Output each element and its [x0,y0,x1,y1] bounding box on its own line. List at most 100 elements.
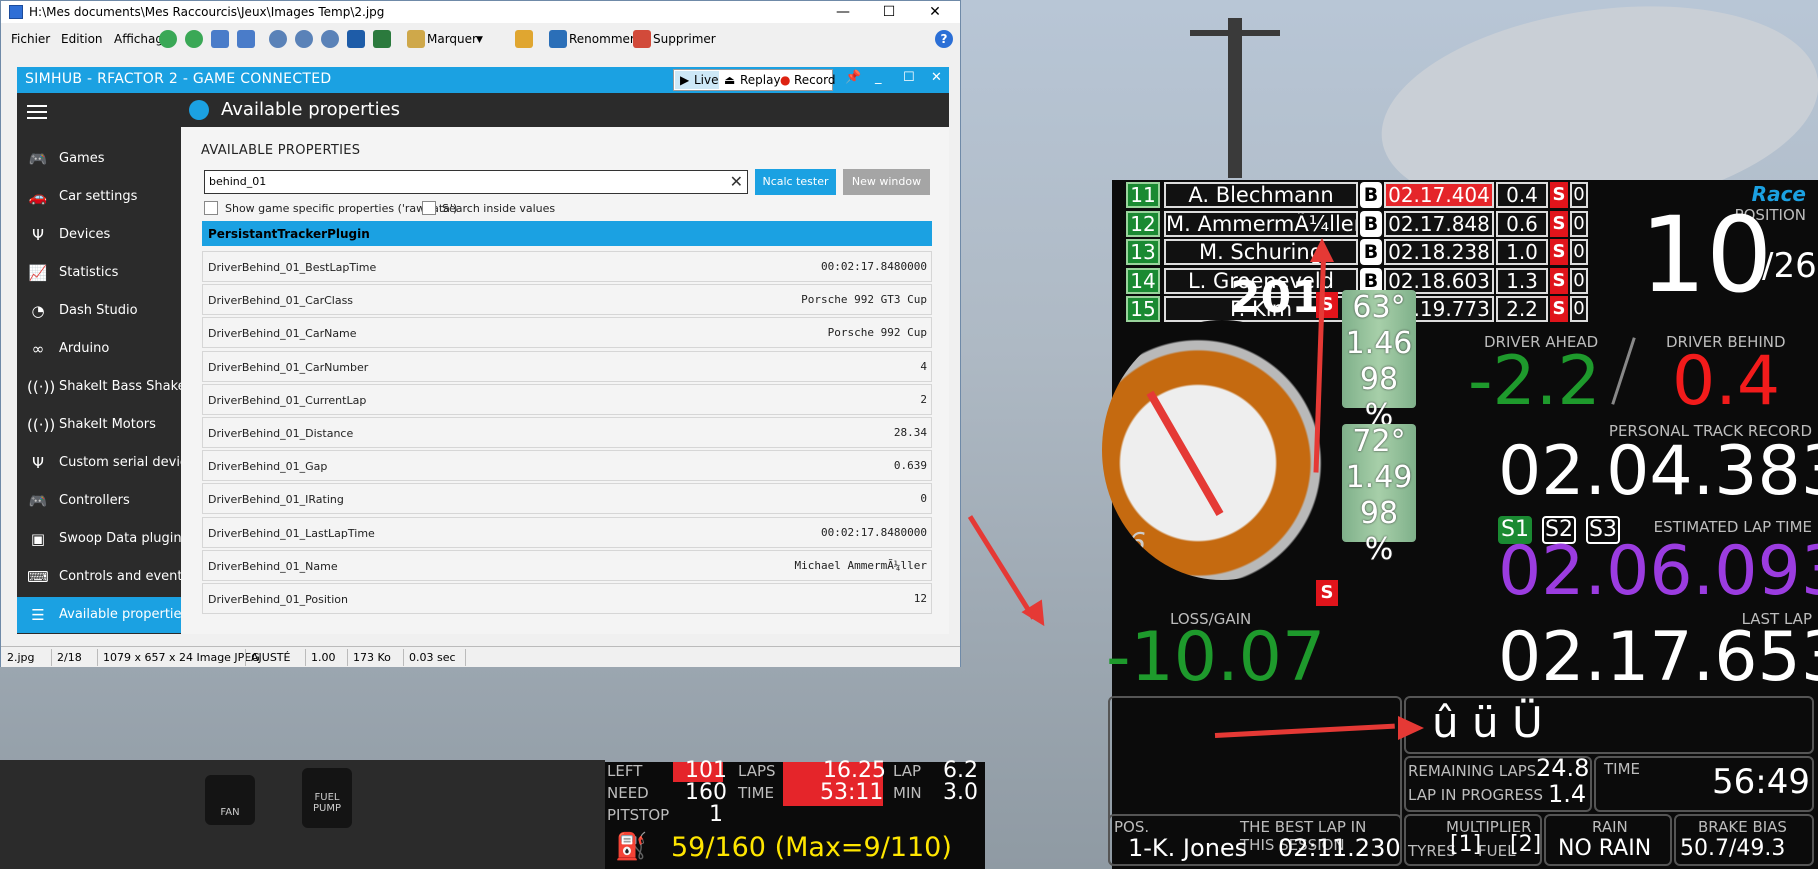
close-button[interactable]: ✕ [913,1,957,23]
sidebar-item-devices[interactable]: Ψ Devices [17,217,181,253]
property-row[interactable]: DriverBehind_01_LastLapTime 00:02:17.8480… [202,516,932,548]
ncalc-tester-button[interactable]: Ncalc tester [755,169,836,195]
driver-ahead-value: -2.2 [1468,342,1601,421]
zoom-in-icon[interactable] [269,30,287,48]
rename-icon[interactable] [549,30,567,48]
fuel-pump-button: FUEL PUMP [302,768,352,828]
zoom-reset-icon[interactable] [321,30,339,48]
standings-row: 13 M. Schuring B 02.18.238 1.0 S 0 [1126,239,1596,265]
property-row[interactable]: DriverBehind_01_CurrentLap 2 [202,383,932,415]
sidebar-item-label: Statistics [59,265,119,280]
mark-icon[interactable] [407,30,425,48]
tyre-rear-temp: 72° [1352,424,1406,459]
standings-tyre-compound: B [1360,182,1382,208]
play-icon[interactable]: ▶ [680,73,689,87]
search-values-checkbox-label: Search inside values [442,202,556,215]
last-lap-value: 02.17.653 [1498,618,1818,697]
hamburger-menu-icon[interactable] [27,105,47,119]
sidebar-item-shakeit-motors[interactable]: ((·)) ShakeIt Motors [17,407,181,443]
fullscreen-icon[interactable] [373,30,391,48]
property-value: 0 [920,492,927,506]
property-value: Porsche 992 Cup [827,326,927,340]
property-row[interactable]: DriverBehind_01_CarClass Porsche 992 GT3 … [202,284,932,316]
replay-icon[interactable]: ⏏ [724,73,735,87]
status-filename: 2.jpg [7,651,35,664]
maximize-button[interactable]: ☐ [867,1,911,23]
simhub-maximize-button[interactable]: ☐ [903,70,915,85]
minimize-button[interactable]: — [821,1,865,23]
property-name: DriverBehind_01_IRating [208,493,344,507]
sidebar-item-controllers[interactable]: 🎮 Controllers [17,483,181,519]
sidebar-item-games[interactable]: 🎮 Games [17,141,181,177]
standings-tyre-compound: B [1360,239,1382,265]
pin-icon[interactable]: 📌 [845,70,861,85]
search-values-checkbox[interactable] [422,201,436,215]
property-row[interactable]: DriverBehind_01_Position 12 [202,583,932,614]
simhub-minimize-button[interactable]: _ [875,70,882,85]
menu-fichier[interactable]: Fichier [11,32,50,46]
rawdata-checkbox[interactable] [204,201,218,215]
plugin-group-header[interactable]: PersistantTrackerPlugin [202,221,932,246]
delete-button[interactable]: Supprimer [653,32,716,46]
sidebar-item-arduino[interactable]: ∞ Arduino [17,331,181,367]
property-row[interactable]: DriverBehind_01_Name Michael AmmermÃ¼ller [202,549,932,581]
property-row[interactable]: DriverBehind_01_CarNumber 4 [202,350,932,382]
sd-card-icon: ▣ [30,530,46,548]
property-search-input[interactable]: behind_01 ✕ [204,170,748,194]
property-row[interactable]: DriverBehind_01_BestLapTime 00:02:17.8480… [202,251,932,282]
fuel-strategy-panel: LEFT 101 LAPS 16.25 LAP 6.2 NEED 160 TIM… [605,758,985,869]
fit-icon[interactable] [347,30,365,48]
page-header: Available properties [181,93,949,127]
sidebar-item-dash-studio[interactable]: ◔ Dash Studio [17,293,181,329]
prev-image-icon[interactable] [159,30,177,48]
record-icon[interactable]: ● [780,73,790,87]
help-icon[interactable]: ? [935,30,953,48]
car-icon: 🚗 [28,188,48,206]
sidebar-item-custom-serial-devices[interactable]: Ψ Custom serial devices [17,445,202,481]
sidebar-item-controls-and-events[interactable]: ⌨ Controls and events [17,559,189,595]
property-value: 00:02:17.8480000 [821,260,927,273]
property-row[interactable]: DriverBehind_01_IRating 0 [202,483,932,515]
status-separator [97,649,98,666]
next-image-icon[interactable] [185,30,203,48]
live-button[interactable]: Live [694,73,719,87]
simhub-dashboard: 11 A. Blechmann B 02.17.404 0.4 S 0 12 M. Ammerm… [1102,180,1818,869]
mark-button[interactable]: Marquer [427,32,477,46]
property-row[interactable]: DriverBehind_01_Gap 0.639 [202,450,932,482]
sidebar-item-statistics[interactable]: 📈 Statistics [17,255,181,291]
sidebar-item-label: Car settings [59,189,138,204]
gamepad-icon: 🎮 [28,492,48,510]
property-row[interactable]: DriverBehind_01_CarName Porsche 992 Cup [202,317,932,349]
menu-edition[interactable]: Edition [61,32,103,46]
standings-row: 11 A. Blechmann B 02.17.404 0.4 S 0 [1126,182,1596,208]
property-row[interactable]: DriverBehind_01_Distance 28.34 [202,417,932,448]
pages-icon[interactable] [237,30,255,48]
property-value: 2 [920,392,927,406]
sidebar-item-shakeit-bass-shakers[interactable]: ((·)) ShakeIt Bass Shakers [17,369,198,405]
favorite-icon[interactable] [515,30,533,48]
status-separator [51,649,52,666]
sidebar-item-swoop-data-plugin[interactable]: ▣ Swoop Data plugin [17,521,182,557]
copy-icon[interactable] [211,30,229,48]
estimated-lap-time-value: 02.06.093 [1498,532,1818,611]
mark-dropdown-icon[interactable]: ▼ [476,35,483,45]
standings-gap: 2.2 [1496,296,1548,322]
standings-driver-name: M. AmmermÃ¼ller [1164,210,1358,237]
clear-search-icon[interactable]: ✕ [730,172,743,191]
new-window-button[interactable]: New window [843,169,930,195]
sidebar-item-car-settings[interactable]: 🚗 Car settings [17,179,181,215]
replay-button[interactable]: Replay [740,73,781,87]
standings-row: 12 M. AmmermÃ¼ller B 02.17.848 0.6 S 0 [1126,210,1596,237]
standings-status-flag: S [1550,296,1568,322]
zoom-out-icon[interactable] [295,30,313,48]
simhub-close-button[interactable]: ✕ [931,70,942,85]
standings-driver-name: A. Blechmann [1164,182,1358,208]
fuel-pump-label: FUEL PUMP [312,792,341,814]
standings-position: 12 [1126,210,1160,237]
rename-button[interactable]: Renommer [569,32,635,46]
image-viewer-window: H:\Mes documents\Mes Raccourcis\Jeux\Ima… [0,0,961,667]
sidebar-item-available-properties[interactable]: ☰ Available properties [17,597,188,633]
record-button[interactable]: Record [794,73,835,87]
tyre-rear-flag: S [1316,580,1338,606]
delete-icon[interactable] [633,30,651,48]
